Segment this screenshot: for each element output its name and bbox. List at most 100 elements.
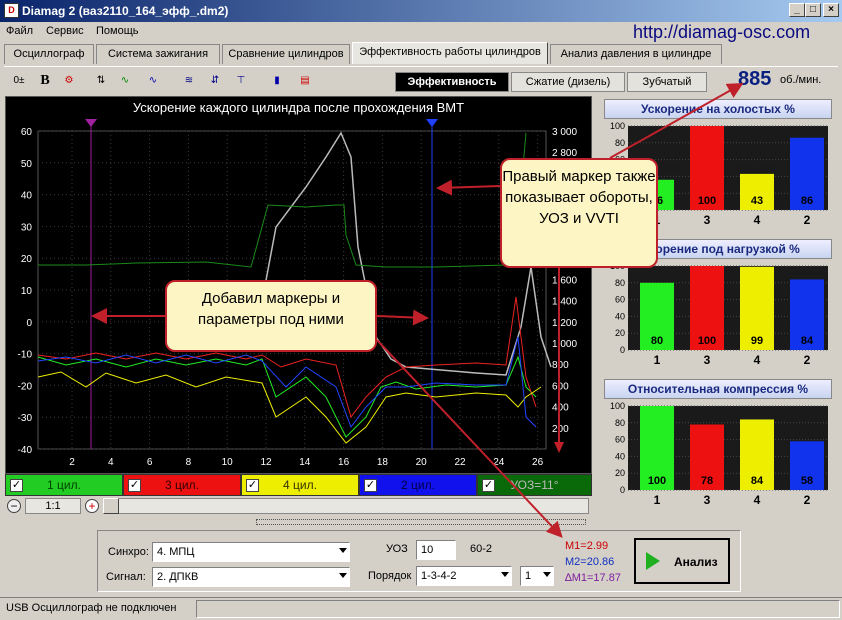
report-icon[interactable]: ▤	[294, 70, 316, 92]
bar-cyl-label: 3	[704, 353, 711, 367]
legend-checkbox[interactable]: ✓	[364, 479, 377, 492]
subtab-compression[interactable]: Сжатие (дизель)	[511, 72, 625, 92]
x-tick-label: 24	[493, 457, 505, 468]
uoz-extra: 60-2	[470, 543, 493, 555]
legend-checkbox[interactable]: ✓	[128, 479, 141, 492]
minimize-button[interactable]: _	[789, 3, 805, 17]
site-url[interactable]: http://diamag-osc.com	[633, 22, 810, 43]
order-icon[interactable]: ⇵	[204, 70, 226, 92]
x-axis-ticks: 2 4 6 8 10 12 14 16 18 20 22 24 26	[69, 457, 543, 468]
bar-value-label: 80	[651, 335, 663, 347]
x-tick-label: 12	[260, 457, 272, 468]
legend-label: 2 цил.	[401, 478, 435, 492]
window-title: Diamag 2 (ваз2110_164_эфф_.dm2)	[22, 4, 229, 18]
bars-icon[interactable]: ▮	[266, 70, 288, 92]
uoz-label: УОЗ	[386, 543, 408, 555]
order-value: 1-3-4-2	[421, 570, 457, 582]
bar-value-label: 100	[698, 195, 716, 207]
tab-cylinder-efficiency[interactable]: Эффективность работы цилиндров	[352, 42, 548, 64]
bar-value-label: 100	[648, 475, 666, 487]
bars-compression-title: Относительная компрессия %	[604, 379, 832, 399]
tab-oscilloscope[interactable]: Осциллограф	[4, 44, 94, 64]
signal-icon[interactable]: ≋	[178, 70, 200, 92]
maximize-button[interactable]: □	[805, 3, 821, 17]
tdc-icon[interactable]: ⊤	[230, 70, 252, 92]
x-tick-label: 8	[186, 457, 192, 468]
left-tick-label: 30	[21, 222, 33, 233]
sync-select[interactable]: 4. МПЦ	[152, 542, 350, 562]
tab-pressure-analysis[interactable]: Анализ давления в цилиндре	[550, 44, 722, 64]
vvti-icon[interactable]: ∿	[142, 70, 164, 92]
right-tick-label: 1 200	[552, 318, 577, 329]
uoz-stepper[interactable]: 10	[416, 540, 456, 560]
bar-value-label: 58	[801, 475, 813, 487]
bars-compression: Относительная компрессия % 100 80 60 40 20 0 1…	[598, 376, 838, 510]
subtab-toothed[interactable]: Зубчатый	[627, 72, 707, 92]
left-tick-label: 50	[21, 159, 33, 170]
x-tick-label: 14	[299, 457, 311, 468]
tab-ignition[interactable]: Система зажигания	[96, 44, 220, 64]
right-tick-label: 3 000	[552, 127, 577, 138]
wave-icon[interactable]: ∿	[114, 70, 136, 92]
subtab-efficiency[interactable]: Эффективность	[395, 72, 509, 92]
horizontal-scrollbar[interactable]	[103, 498, 589, 514]
bar-axis-label: 100	[610, 121, 625, 131]
bar-axis-label: 80	[615, 138, 625, 148]
right-tick-label: 400	[552, 403, 569, 414]
legend-label: 3 цил.	[165, 478, 199, 492]
legend-cyl1[interactable]: ✓ 1 цил.	[5, 474, 123, 496]
order-select[interactable]: 1-3-4-2	[416, 566, 512, 586]
bar-cyl-label: 1	[654, 353, 661, 367]
legend-uoz[interactable]: ✓ УОЗ=11°	[477, 474, 592, 496]
zoom-level: 1:1	[25, 498, 81, 514]
scale-icon[interactable]: 0±	[8, 70, 30, 92]
legend-label: УОЗ=11°	[510, 478, 559, 492]
bar-axis-label: 40	[615, 311, 625, 321]
bar-axis-label: 20	[615, 468, 625, 478]
arrow-head-right	[554, 442, 564, 453]
left-marker-handle[interactable]	[85, 119, 97, 127]
tab-cylinder-compare[interactable]: Сравнение цилиндров	[222, 44, 350, 64]
bar-cyl-label: 4	[754, 213, 761, 227]
title-bar: D Diamag 2 (ваз2110_164_эфф_.dm2) _ □ ×	[0, 0, 842, 22]
legend-cyl3[interactable]: ✓ 3 цил.	[123, 474, 241, 496]
x-tick-label: 4	[108, 457, 114, 468]
zoom-in-icon[interactable]: +	[85, 499, 99, 513]
legend-cyl4[interactable]: ✓ 4 цил.	[241, 474, 359, 496]
bar-axis-label: 60	[615, 295, 625, 305]
status-bar: USB Осциллограф не подключен	[0, 597, 842, 620]
right-marker-handle[interactable]	[426, 119, 438, 127]
x-tick-label: 20	[416, 457, 428, 468]
analyze-button[interactable]: Анализ	[634, 538, 730, 584]
scroll-thumb[interactable]	[103, 498, 119, 514]
left-tick-label: -40	[18, 445, 33, 456]
close-button[interactable]: ×	[823, 3, 839, 17]
bar-cyl-label: 2	[804, 213, 811, 227]
status-panel	[196, 600, 840, 618]
order-num: 1	[525, 570, 532, 582]
app-icon: D	[4, 3, 19, 18]
legend-checkbox[interactable]: ✓	[10, 479, 23, 492]
callout-markers: Добавил маркеры и параметры под ними	[165, 280, 377, 352]
zoom-out-icon[interactable]: −	[7, 499, 21, 513]
splitter-handle[interactable]	[256, 519, 586, 525]
right-tick-label: 1 600	[552, 275, 577, 286]
rpm-icon[interactable]: ⚙	[58, 70, 80, 92]
bar-cyl-label: 1	[654, 493, 661, 507]
legend-checkbox[interactable]: ✓	[246, 479, 259, 492]
bar-cyl-label: 4	[754, 353, 761, 367]
menu-help[interactable]: Помощь	[96, 25, 139, 37]
legend-cyl2[interactable]: ✓ 2 цил.	[359, 474, 477, 496]
menu-service[interactable]: Сервис	[46, 25, 84, 37]
status-text: USB Осциллограф не подключен	[6, 602, 177, 614]
left-tick-label: 20	[21, 254, 33, 265]
bar-value-label: 78	[701, 475, 713, 487]
legend-checkbox[interactable]: ✓	[482, 479, 495, 492]
signal-select[interactable]: 2. ДПКВ	[152, 567, 350, 587]
left-tick-label: 40	[21, 191, 33, 202]
menu-file[interactable]: Файл	[6, 25, 33, 37]
cursor-icon[interactable]: ⇅	[90, 70, 112, 92]
bold-icon[interactable]: B	[34, 70, 56, 92]
order-num-select[interactable]: 1	[520, 566, 554, 586]
order-label: Порядок	[368, 570, 412, 582]
